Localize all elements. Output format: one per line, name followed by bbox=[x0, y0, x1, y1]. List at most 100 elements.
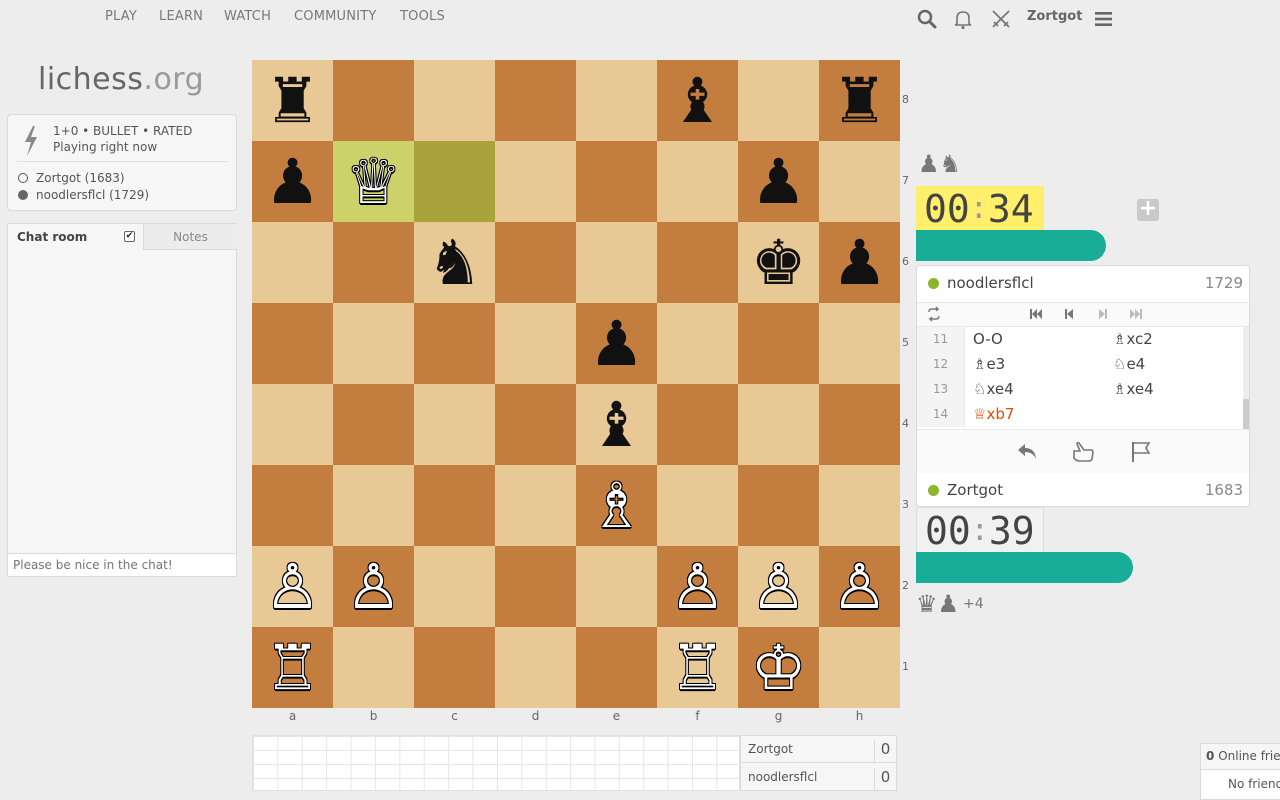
white-player-line[interactable]: Zortgot (1683) bbox=[18, 171, 125, 185]
black-player-line[interactable]: noodlersflcl (1729) bbox=[18, 188, 149, 202]
square-h7[interactable] bbox=[819, 141, 900, 222]
chess-piece[interactable]: ♚ bbox=[751, 231, 807, 294]
square-d4[interactable] bbox=[495, 384, 576, 465]
chess-piece[interactable]: ♖ bbox=[670, 636, 726, 699]
black-player-name[interactable]: noodlersflcl (1729) bbox=[36, 188, 149, 202]
square-e8[interactable] bbox=[576, 60, 657, 141]
chess-piece[interactable]: ♟ bbox=[832, 231, 888, 294]
add-time-icon[interactable]: + bbox=[1137, 198, 1159, 221]
takeback-icon[interactable] bbox=[1015, 439, 1041, 465]
current-move[interactable]: ♕xb7 bbox=[973, 405, 1014, 423]
square-d3[interactable] bbox=[495, 465, 576, 546]
square-c7[interactable] bbox=[414, 141, 495, 222]
square-g3[interactable] bbox=[738, 465, 819, 546]
square-c5[interactable] bbox=[414, 303, 495, 384]
chess-piece[interactable]: ♙ bbox=[265, 555, 321, 618]
chess-piece[interactable]: ♖ bbox=[265, 636, 321, 699]
square-e6[interactable] bbox=[576, 222, 657, 303]
square-c2[interactable] bbox=[414, 546, 495, 627]
square-h1[interactable] bbox=[819, 627, 900, 708]
square-h5[interactable] bbox=[819, 303, 900, 384]
next-move-icon[interactable] bbox=[1095, 306, 1111, 322]
chess-piece[interactable]: ♜ bbox=[832, 69, 888, 132]
square-f7[interactable] bbox=[657, 141, 738, 222]
square-h2[interactable]: ♙ bbox=[819, 546, 900, 627]
square-h3[interactable] bbox=[819, 465, 900, 546]
square-g4[interactable] bbox=[738, 384, 819, 465]
square-c4[interactable] bbox=[414, 384, 495, 465]
friends-header[interactable]: 0 Online friends bbox=[1201, 744, 1280, 770]
square-g7[interactable]: ♟ bbox=[738, 141, 819, 222]
tab-notes[interactable]: Notes bbox=[144, 224, 237, 250]
square-b6[interactable] bbox=[333, 222, 414, 303]
black-move[interactable]: ♗xc2 bbox=[1113, 330, 1153, 348]
square-e1[interactable] bbox=[576, 627, 657, 708]
square-b1[interactable] bbox=[333, 627, 414, 708]
square-d2[interactable] bbox=[495, 546, 576, 627]
chess-piece[interactable]: ♙ bbox=[832, 555, 888, 618]
square-a5[interactable] bbox=[252, 303, 333, 384]
chess-piece[interactable]: ♜ bbox=[265, 69, 321, 132]
square-g6[interactable]: ♚ bbox=[738, 222, 819, 303]
scrollbar-thumb[interactable] bbox=[1243, 399, 1249, 429]
square-b5[interactable] bbox=[333, 303, 414, 384]
last-move-icon[interactable] bbox=[1128, 306, 1144, 322]
hamburger-menu-icon[interactable] bbox=[1093, 8, 1115, 30]
square-b8[interactable] bbox=[333, 60, 414, 141]
chess-piece[interactable]: ♞ bbox=[427, 231, 483, 294]
square-f8[interactable]: ♝ bbox=[657, 60, 738, 141]
square-e3[interactable]: ♗ bbox=[576, 465, 657, 546]
opponent-name[interactable]: noodlersflcl bbox=[947, 274, 1034, 292]
square-f2[interactable]: ♙ bbox=[657, 546, 738, 627]
chess-piece[interactable]: ♟ bbox=[751, 150, 807, 213]
square-c8[interactable] bbox=[414, 60, 495, 141]
chess-piece[interactable]: ♙ bbox=[346, 555, 402, 618]
white-player-name[interactable]: Zortgot (1683) bbox=[36, 171, 125, 185]
chess-piece[interactable]: ♙ bbox=[670, 555, 726, 618]
chess-piece[interactable]: ♙ bbox=[751, 555, 807, 618]
nav-learn[interactable]: LEARN bbox=[159, 9, 203, 24]
tab-chat-room[interactable]: Chat room ✔ bbox=[8, 224, 144, 250]
chess-piece[interactable]: ♔ bbox=[751, 636, 807, 699]
nav-watch[interactable]: WATCH bbox=[224, 9, 271, 24]
crosstable-player-name[interactable]: Zortgot bbox=[748, 742, 793, 756]
square-a6[interactable] bbox=[252, 222, 333, 303]
chess-piece[interactable]: ♟ bbox=[589, 312, 645, 375]
search-icon[interactable] bbox=[916, 8, 938, 30]
square-b3[interactable] bbox=[333, 465, 414, 546]
square-d1[interactable] bbox=[495, 627, 576, 708]
square-e7[interactable] bbox=[576, 141, 657, 222]
square-g8[interactable] bbox=[738, 60, 819, 141]
black-move[interactable]: ♗xe4 bbox=[1113, 380, 1154, 398]
flip-board-icon[interactable] bbox=[926, 306, 942, 322]
chess-piece[interactable]: ♟ bbox=[265, 150, 321, 213]
white-move[interactable]: ♗e3 bbox=[973, 355, 1005, 373]
square-a2[interactable]: ♙ bbox=[252, 546, 333, 627]
square-f5[interactable] bbox=[657, 303, 738, 384]
square-g2[interactable]: ♙ bbox=[738, 546, 819, 627]
offer-draw-icon[interactable] bbox=[1070, 439, 1096, 465]
site-logo[interactable]: lichess.org bbox=[38, 62, 204, 97]
nav-community[interactable]: COMMUNITY bbox=[294, 9, 377, 24]
square-d8[interactable] bbox=[495, 60, 576, 141]
chat-input[interactable] bbox=[8, 553, 236, 576]
square-e2[interactable] bbox=[576, 546, 657, 627]
square-d5[interactable] bbox=[495, 303, 576, 384]
swords-icon[interactable] bbox=[990, 8, 1012, 30]
square-f6[interactable] bbox=[657, 222, 738, 303]
nav-play[interactable]: PLAY bbox=[105, 9, 137, 24]
bell-icon[interactable] bbox=[952, 8, 974, 30]
square-c1[interactable] bbox=[414, 627, 495, 708]
square-a7[interactable]: ♟ bbox=[252, 141, 333, 222]
move-list-scrollbar[interactable] bbox=[1243, 327, 1249, 429]
resign-flag-icon[interactable] bbox=[1128, 439, 1154, 465]
square-b4[interactable] bbox=[333, 384, 414, 465]
chess-piece[interactable]: ♕ bbox=[346, 150, 402, 213]
chess-piece[interactable]: ♝ bbox=[589, 393, 645, 456]
chess-piece[interactable]: ♝ bbox=[670, 69, 726, 132]
square-f3[interactable] bbox=[657, 465, 738, 546]
black-move[interactable]: ♘e4 bbox=[1113, 355, 1145, 373]
square-f4[interactable] bbox=[657, 384, 738, 465]
me-name[interactable]: Zortgot bbox=[947, 481, 1003, 499]
square-b7[interactable]: ♕ bbox=[333, 141, 414, 222]
